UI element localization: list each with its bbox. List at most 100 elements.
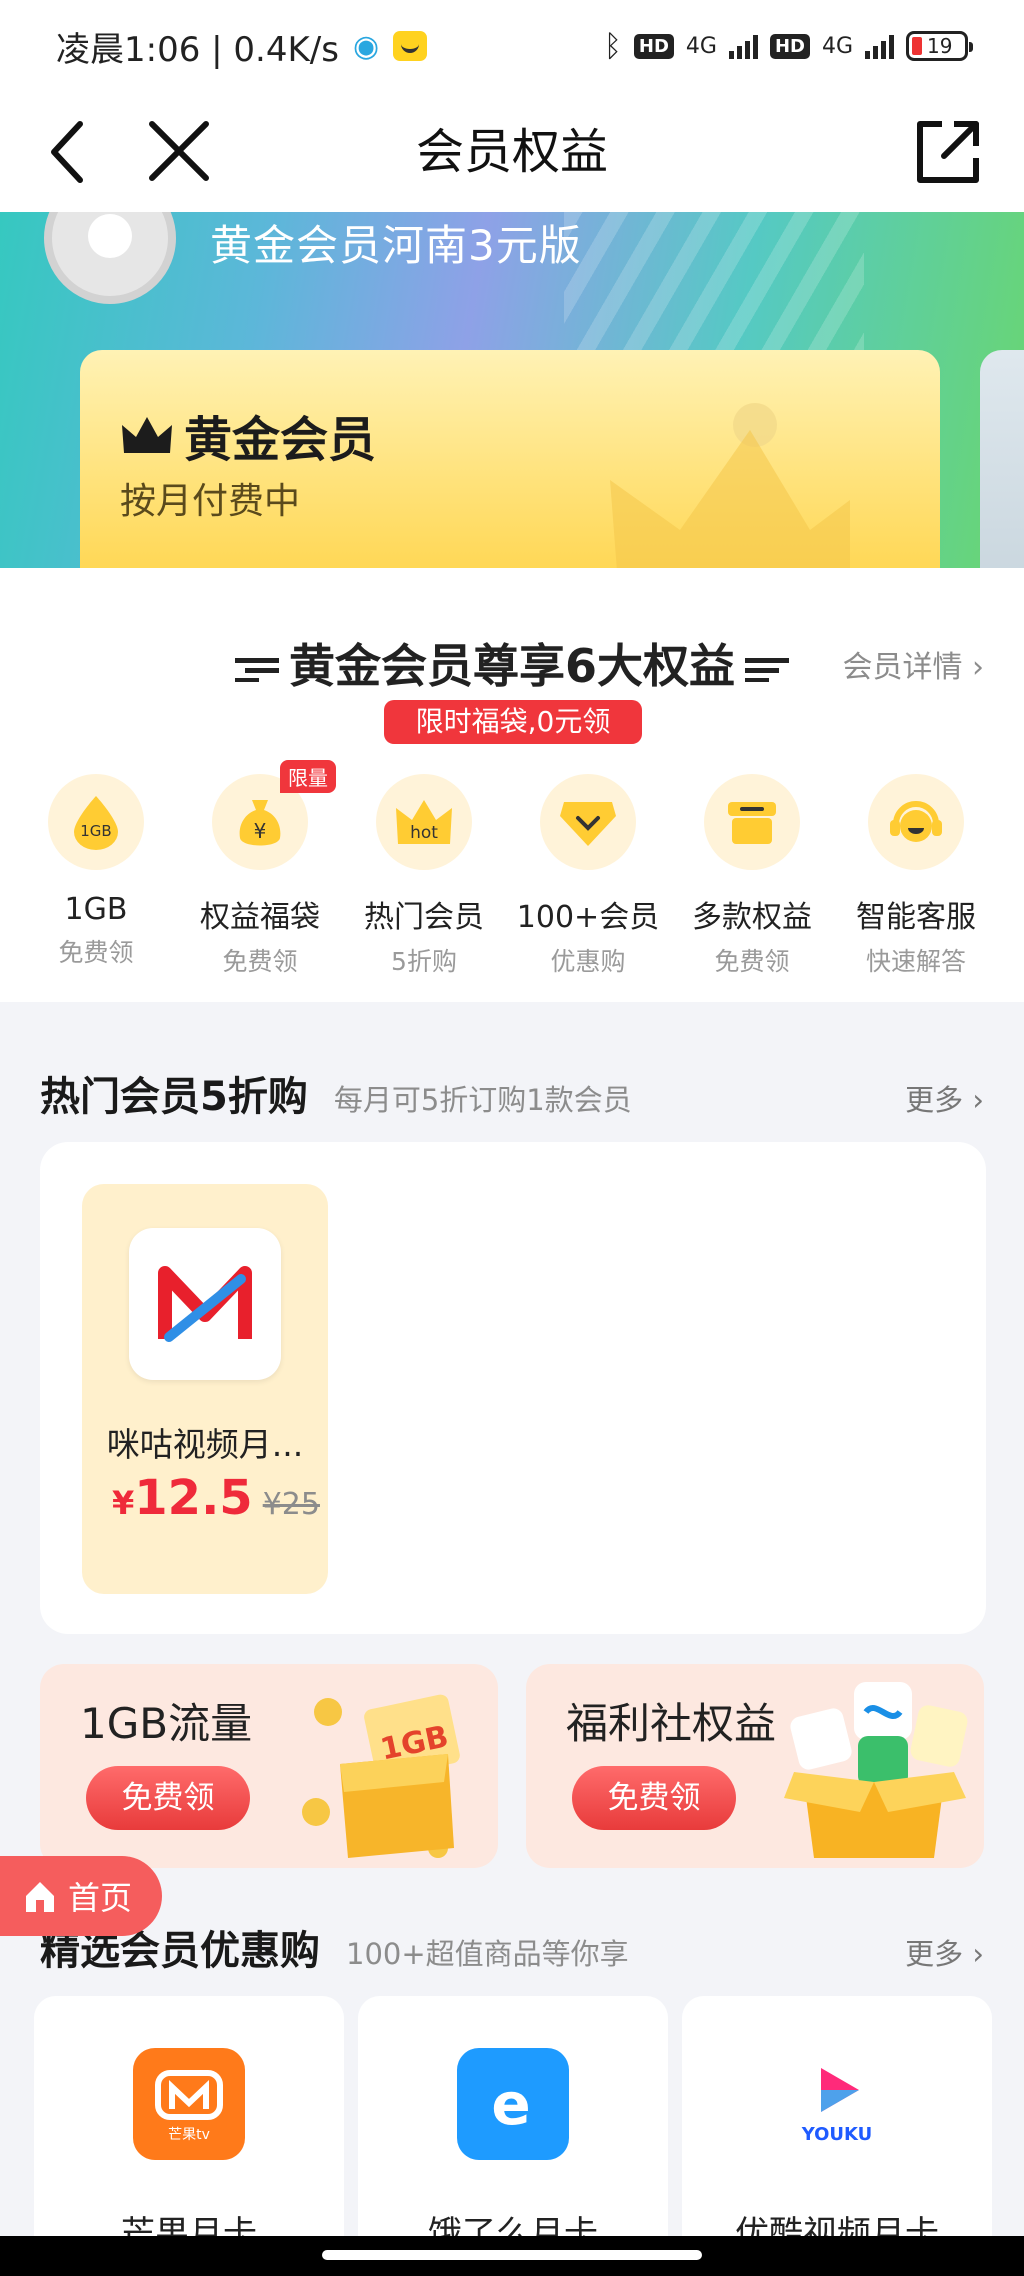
hot-members-more-link[interactable]: 更多 › (905, 1077, 984, 1119)
gold-member-card[interactable]: 黄金会员 按月付费中 (80, 350, 940, 568)
home-indicator[interactable] (322, 2250, 702, 2260)
free-claim-button[interactable]: 免费领 (572, 1766, 736, 1830)
nav-bar: 会员权益 (0, 92, 1024, 212)
more-label: 更多 (905, 1937, 964, 1971)
chevron-right-icon: › (962, 650, 984, 685)
back-button[interactable] (30, 112, 110, 192)
benefit-items: 1GB 1GB 免费领 限量 ¥ 权益福袋 免费领 hot 热门会员 5折购 1… (14, 760, 1014, 978)
benefit-sub: 5折购 (391, 947, 457, 976)
crown-watermark-icon (610, 403, 850, 568)
wallet-coins-icon: 1GB (302, 1694, 460, 1858)
home-float-button[interactable]: 首页 (0, 1856, 162, 1936)
avatar[interactable] (44, 212, 176, 304)
benefit-item-customer-service[interactable]: 智能客服 快速解答 (834, 774, 998, 978)
member-plan-name: 黄金会员河南3元版 (210, 221, 582, 270)
status-bar: 凌晨1:06 | 0.4K/s ◉ ᛒ HD 4G HD 4G 19 (0, 0, 1024, 92)
crown-icon (122, 417, 172, 453)
battery-level: 19 (927, 34, 953, 58)
hot-member-item-migu[interactable]: 咪咕视频月... ¥ 12.5 ¥25 (82, 1184, 328, 1594)
benefit-name: 智能客服 (856, 900, 976, 935)
home-label: 首页 (68, 1879, 133, 1917)
benefit-item-gift-bag[interactable]: 限量 ¥ 权益福袋 免费领 (178, 760, 342, 978)
money-bag-symbol: ¥ (254, 819, 267, 843)
data-icon-text: 1GB (80, 822, 111, 840)
next-member-card[interactable] (980, 350, 1024, 568)
migu-video-logo-icon (129, 1228, 281, 1380)
hot-member-name: 咪咕视频月... (106, 1425, 304, 1464)
bluetooth-icon: ᛒ (603, 28, 622, 64)
benefit-item-1gb[interactable]: 1GB 1GB 免费领 (14, 774, 178, 978)
benefit-sub: 优惠购 (550, 947, 626, 976)
benefits-title-text: 黄金会员尊享6大权益 (288, 639, 735, 693)
gold-card-title-text: 黄金会员 (184, 412, 377, 468)
selected-item-youku[interactable]: YOUKU 优酷视频月卡 (682, 1996, 992, 2276)
free-claim-button[interactable]: 免费领 (86, 1766, 250, 1830)
eleme-logo-text: e (491, 2070, 530, 2138)
data-package-icon: 1GB (48, 774, 144, 870)
network-type: 4G (685, 33, 717, 59)
benefit-name: 多款权益 (692, 900, 812, 935)
hot-icon-text: hot (410, 823, 438, 843)
title-decoration-right (745, 657, 789, 682)
battery-icon: 19 (906, 31, 973, 61)
benefit-name: 1GB (64, 892, 128, 927)
signal-icon-2 (865, 33, 894, 59)
promo-title: 福利社权益 (566, 1699, 777, 1748)
price-currency: ¥ (112, 1484, 135, 1522)
hot-members-subtitle: 每月可5折订购1款会员 (333, 1083, 632, 1117)
selected-members-subtitle: 100+超值商品等你享 (346, 1937, 629, 1971)
limited-gift-badge[interactable]: 限时福袋,0元领 (384, 700, 642, 744)
price-value: 12.5 (134, 1470, 253, 1526)
hot-members-card: 咪咕视频月... ¥ 12.5 ¥25 (40, 1142, 986, 1634)
gold-card-title: 黄金会员 (120, 400, 376, 470)
chevron-left-icon (51, 121, 83, 183)
youku-logo-icon: YOUKU (781, 2048, 893, 2160)
member-details-label: 会员详情 (842, 650, 963, 685)
hd-badge: HD (633, 33, 674, 59)
hot-member-price: ¥ 12.5 ¥25 (112, 1470, 320, 1526)
benefit-item-100-members[interactable]: 100+会员 优惠购 (506, 774, 670, 978)
youku-logo-text: YOUKU (801, 2124, 873, 2145)
benefit-name: 100+会员 (516, 900, 660, 935)
selected-members-more-link[interactable]: 更多 › (905, 1931, 984, 1973)
benefit-sub: 免费领 (222, 947, 298, 976)
eleme-logo-icon: e (457, 2048, 569, 2160)
mango-tv-logo-icon: 芒果tv (133, 2048, 245, 2160)
status-time-network: 凌晨1:06 | 0.4K/s (56, 29, 339, 70)
selected-item-mango[interactable]: 芒果tv 芒果月卡 (34, 1996, 344, 2276)
benefit-name: 热门会员 (364, 900, 484, 935)
diamond-icon (540, 774, 636, 870)
gift-box-apps-icon (784, 1682, 968, 1858)
member-hero: 黄金会员河南3元版 黄金会员 按月付费中 (0, 212, 1024, 568)
promo-welfare[interactable]: 福利社权益 免费领 (526, 1664, 984, 1868)
close-button[interactable] (140, 112, 220, 192)
limited-tag: 限量 (280, 760, 336, 793)
signal-icon (728, 33, 758, 59)
member-details-link[interactable]: 会员详情 › (842, 642, 984, 686)
close-icon (149, 121, 209, 181)
benefit-name: 权益福袋 (200, 900, 320, 935)
network-type-2: 4G (821, 33, 853, 59)
hot-crown-icon: hot (376, 774, 472, 870)
selected-members-header: 精选会员优惠购 100+超值商品等你享 更多 › (40, 1918, 984, 1976)
benefit-item-hot-member[interactable]: hot 热门会员 5折购 (342, 774, 506, 978)
benefits-panel: 黄金会员尊享6大权益 会员详情 › 限时福袋,0元领 1GB 1GB 免费领 限… (0, 568, 1024, 1002)
selected-members-list: 芒果tv 芒果月卡 e 饿了么月卡 YOUKU 优酷视频月卡 (34, 1996, 1024, 2276)
app-notification-icon (393, 31, 428, 61)
more-label: 更多 (905, 1083, 964, 1117)
share-button[interactable] (908, 112, 988, 192)
hot-members-header: 热门会员5折购 每月可5折订购1款会员 更多 › (40, 1064, 984, 1122)
selected-item-eleme[interactable]: e 饿了么月卡 (358, 1996, 668, 2276)
gift-box-icon (704, 774, 800, 870)
benefit-sub: 免费领 (714, 947, 790, 976)
mango-logo-text: 芒果tv (168, 2127, 210, 2143)
benefit-sub: 快速解答 (865, 947, 966, 976)
gold-card-status: 按月付费中 (120, 481, 301, 522)
benefit-sub: 免费领 (58, 938, 134, 967)
home-icon (26, 1882, 54, 1912)
hot-members-title: 热门会员5折购 (40, 1074, 308, 1120)
promo-data-package[interactable]: 1GB流量 免费领 1GB (40, 1664, 498, 1868)
headset-icon (868, 774, 964, 870)
promo-title: 1GB流量 (80, 1699, 253, 1748)
benefit-item-multi-rights[interactable]: 多款权益 免费领 (670, 774, 834, 978)
